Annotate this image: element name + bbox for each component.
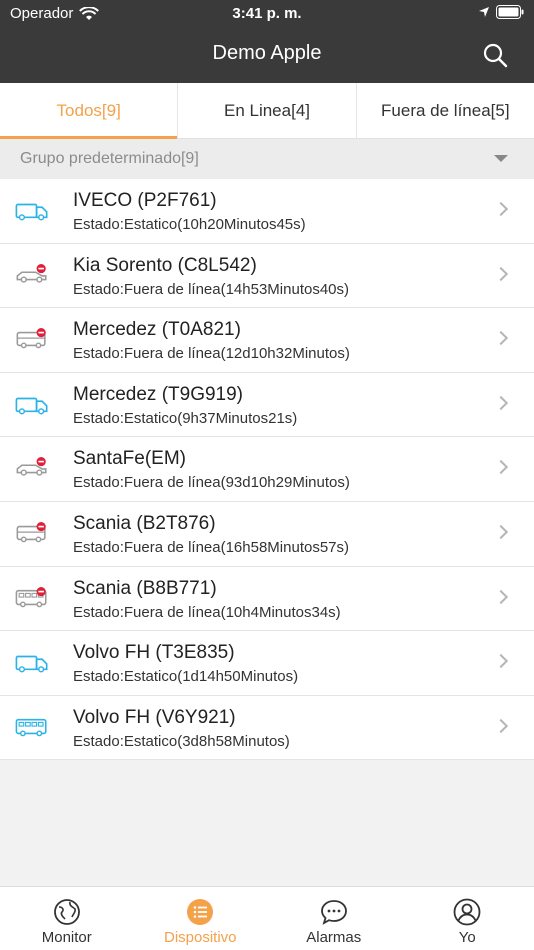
bus-icon — [15, 586, 47, 607]
device-status: Estado:Fuera de línea(12d10h32Minutos) — [73, 345, 350, 363]
tabbar-label: Alarmas — [306, 929, 362, 946]
device-status: Estado:Fuera de línea(16h58Minutos57s) — [73, 538, 350, 556]
bus-icon — [15, 718, 47, 737]
offline-badge-icon — [36, 586, 46, 596]
device-status: Estado:Estatico(1d14h50Minutos) — [73, 668, 299, 686]
offline-badge-icon — [36, 457, 46, 467]
device-status: Estado:Fuera de línea(14h53Minutos40s) — [73, 280, 350, 298]
truck-icon — [15, 203, 48, 221]
battery-icon — [496, 5, 524, 19]
device-row[interactable]: IVECO (P2F761) Estado:Estatico(10h20Minut… — [0, 179, 534, 244]
device-row[interactable]: Scania (B8B771) Estado:Fuera de línea(10h… — [0, 567, 534, 632]
device-row[interactable]: Mercedez (T9G919) Estado:Estatico(9h37Min… — [0, 373, 534, 438]
user-icon — [453, 898, 481, 926]
tab-all[interactable]: Todos[9] — [0, 83, 179, 139]
chevron-right-icon — [493, 460, 509, 475]
tabbar-label: Monitor — [41, 929, 92, 946]
group-header[interactable]: Grupo predeterminado[9] — [0, 139, 534, 179]
status-bar: Operador 3:41 p. m. — [0, 0, 534, 28]
truck-icon — [15, 655, 48, 673]
tabbar-item-alarmas[interactable]: Alarmas — [267, 887, 401, 950]
tabbar-label: Yo — [458, 929, 476, 946]
tabbar-label: Dispositivo — [163, 929, 237, 946]
clock: 3:41 p. m. — [232, 5, 302, 22]
device-name: Scania (B2T876) — [73, 512, 216, 534]
offline-badge-icon — [36, 328, 46, 338]
device-row[interactable]: SantaFe(EM) Estado:Fuera de línea(93d10h2… — [0, 437, 534, 502]
device-name: SantaFe(EM) — [73, 448, 186, 470]
tab-offline[interactable]: Fuera de línea[5] — [357, 83, 534, 138]
chevron-right-icon — [493, 654, 509, 669]
device-name: Volvo FH (T3E835) — [73, 642, 235, 664]
device-status: Estado:Estatico(9h37Minutos21s) — [73, 409, 298, 427]
chevron-right-icon — [493, 524, 509, 540]
device-status: Estado:Fuera de línea(93d10h29Minutos) — [73, 474, 350, 492]
chat-bubble-icon — [320, 900, 347, 925]
device-status: Estado:Estatico(10h20Minutos45s) — [73, 216, 306, 233]
app-header: Operador 3:41 p. m. Demo Apple — [0, 0, 534, 83]
device-status: Estado:Estatico(3d8h58Minutos) — [73, 732, 290, 750]
search-icon[interactable] — [482, 42, 508, 68]
tabbar-item-monitor[interactable]: Monitor — [0, 887, 134, 950]
globe-icon — [53, 899, 80, 925]
bottom-tab-bar: Monitor Dispositivo Alarmas Yo — [0, 886, 534, 950]
device-name: IVECO (P2F761) — [73, 190, 217, 211]
status-right — [478, 5, 524, 19]
device-row[interactable]: Scania (B2T876) Estado:Fuera de línea(16h… — [0, 502, 534, 567]
device-name: Volvo FH (V6Y921) — [73, 706, 236, 728]
tabbar-item-yo[interactable]: Yo — [401, 887, 534, 950]
van-icon — [16, 521, 46, 543]
page-title: Demo Apple — [212, 42, 322, 64]
location-arrow-icon — [479, 7, 489, 17]
chevron-right-icon — [493, 589, 509, 604]
offline-badge-icon — [36, 263, 46, 273]
truck-icon — [15, 397, 48, 415]
device-row[interactable]: Volvo FH (T3E835) Estado:Estatico(1d14h50… — [0, 631, 534, 696]
device-name: Mercedez (T9G919) — [73, 383, 244, 405]
filter-tabs: Todos[9] En Linea[4] Fuera de línea[5] — [0, 83, 534, 139]
chevron-right-icon — [493, 718, 509, 733]
list-icon — [187, 899, 214, 925]
device-status: Estado:Fuera de línea(10h4Minutos34s) — [73, 603, 341, 621]
device-name: Mercedez (T0A821) — [73, 319, 241, 341]
device-name: Scania (B8B771) — [73, 577, 217, 599]
chevron-right-icon — [493, 331, 509, 346]
car-icon — [16, 457, 47, 477]
device-name: Kia Sorento (C8L542) — [73, 254, 257, 276]
offline-badge-icon — [36, 521, 46, 532]
chevron-right-icon — [493, 395, 509, 410]
device-list: IVECO (P2F761) Estado:Estatico(10h20Minut… — [0, 179, 534, 761]
tab-online[interactable]: En Linea[4] — [178, 83, 357, 138]
car-icon — [16, 263, 47, 283]
device-row[interactable]: Volvo FH (V6Y921) Estado:Estatico(3d8h58M… — [0, 696, 534, 761]
group-label: Grupo predeterminado[9] — [20, 150, 199, 167]
device-row[interactable]: Kia Sorento (C8L542) Estado:Fuera de líne… — [0, 244, 534, 309]
caret-down-icon — [494, 155, 508, 162]
tabbar-item-dispositivo[interactable]: Dispositivo — [134, 887, 268, 950]
device-row[interactable]: Mercedez (T0A821) Estado:Fuera de línea(1… — [0, 308, 534, 373]
chevron-right-icon — [493, 266, 509, 281]
chevron-right-icon — [493, 201, 509, 217]
van-icon — [16, 328, 46, 349]
